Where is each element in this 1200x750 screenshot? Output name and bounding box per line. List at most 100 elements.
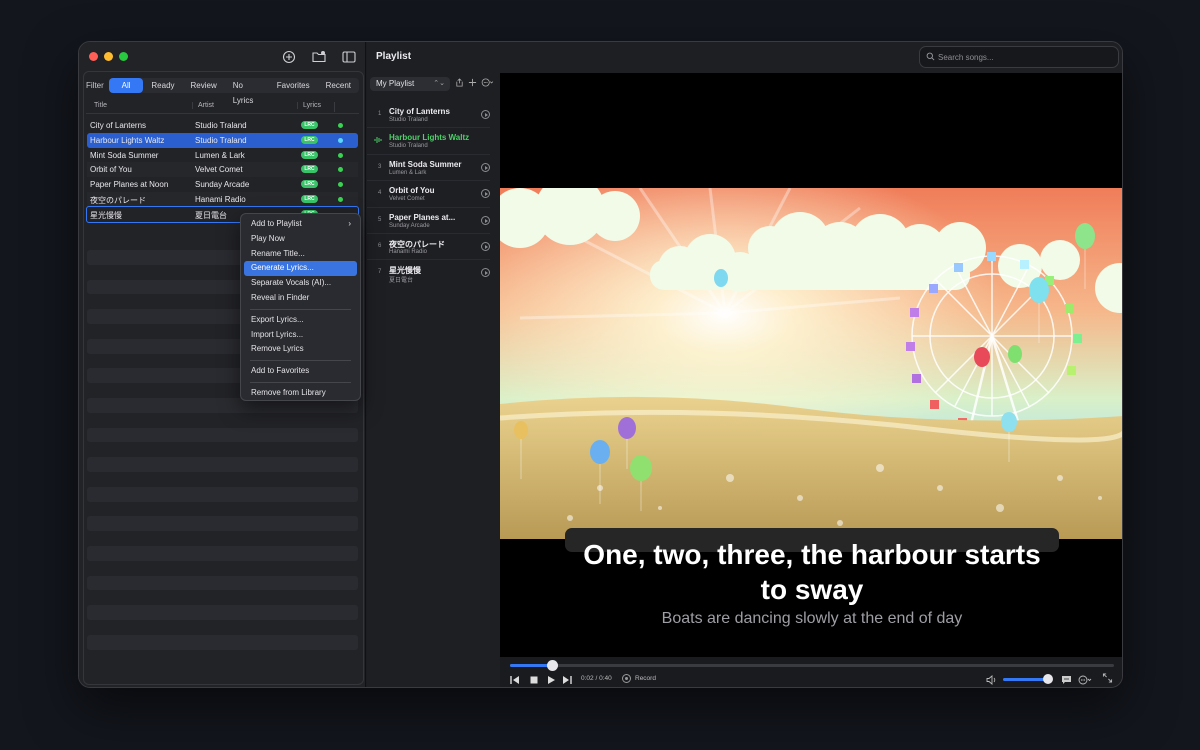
empty-row <box>87 427 358 443</box>
search-input[interactable] <box>938 50 1113 65</box>
playlist-list: 1 City of Lanterns Studio Traland Harbou… <box>367 102 490 287</box>
playlist-item[interactable]: 6 夜空のパレード Hanami Radio <box>367 234 490 261</box>
playlist-title: Playlist <box>376 51 412 62</box>
song-artist: Hanami Radio <box>195 194 246 204</box>
record-label: Record <box>635 675 656 682</box>
skip-back-icon[interactable] <box>510 675 520 685</box>
song-artist: Sunday Arcade <box>195 180 250 190</box>
empty-row <box>87 457 358 472</box>
volume-slider[interactable] <box>1003 674 1053 684</box>
playlist-item[interactable]: 3 Mint Soda Summer Lumen & Lark <box>367 155 490 182</box>
playlist-select[interactable]: My Playlist ⌃⌄ <box>370 77 450 91</box>
library-pane: Filter All Ready Review No Lyrics Favori… <box>79 42 366 687</box>
table-row[interactable]: City of Lanterns Studio Traland LRC <box>87 118 358 133</box>
song-title: Paper Planes at Noon <box>90 180 169 190</box>
playlist-item[interactable]: 7 星光慢慢 夏日電台 <box>367 260 490 286</box>
track-number: 3 <box>378 163 382 170</box>
menu-import-lyrics[interactable]: Import Lyrics... <box>244 328 357 343</box>
filter-all[interactable]: All <box>108 77 144 93</box>
minimize-window-button[interactable] <box>104 52 113 61</box>
next-lyric: Boats are dancing slowly at the end of d… <box>661 610 963 627</box>
record-button[interactable]: Record <box>622 674 656 683</box>
menu-play-now[interactable]: Play Now <box>244 232 357 247</box>
progress-knob[interactable] <box>547 660 559 671</box>
menu-separator <box>250 381 351 383</box>
track-title: Mint Soda Summer <box>389 159 462 169</box>
playlist-item[interactable]: 1 City of Lanterns Studio Traland <box>367 102 490 129</box>
menu-add-to-playlist[interactable]: Add to Playlist › <box>244 217 357 232</box>
table-row[interactable]: Mint Soda Summer Lumen & Lark LRC <box>87 148 358 163</box>
app-window: Filter All Ready Review No Lyrics Favori… <box>78 41 1123 688</box>
lrc-badge: LRC <box>301 121 318 129</box>
add-circle-icon[interactable] <box>281 49 297 65</box>
menu-separate-vocals[interactable]: Separate Vocals (AI)... <box>244 276 357 291</box>
play-circle-icon[interactable] <box>481 215 490 225</box>
filter-review[interactable]: Review <box>183 78 225 93</box>
karaoke-video: One, two, three, the harbour starts to s… <box>500 73 1122 657</box>
play-icon[interactable] <box>546 675 556 685</box>
playlist-item-playing[interactable]: Harbour Lights Waltz Studio Traland <box>367 128 490 155</box>
progress-bar[interactable] <box>510 660 1114 671</box>
play-circle-icon[interactable] <box>481 162 490 172</box>
status-dot <box>338 152 343 158</box>
track-number: 7 <box>378 269 382 276</box>
filter-no-lyrics[interactable]: No Lyrics <box>225 78 269 105</box>
video-toolbar <box>500 42 1122 73</box>
column-lyrics[interactable]: Lyrics <box>297 102 321 109</box>
song-artist: Studio Traland <box>195 121 247 130</box>
track-artist: Sunday Arcade <box>389 222 430 229</box>
column-status[interactable] <box>334 102 340 112</box>
menu-remove-from-library[interactable]: Remove from Library <box>244 386 357 401</box>
volume-knob[interactable] <box>1042 674 1053 684</box>
progress-fill <box>510 664 553 667</box>
table-row[interactable]: Harbour Lights Waltz Studio Traland LRC <box>87 132 358 148</box>
window-controls <box>89 52 128 61</box>
table-row[interactable]: 夜空のパレード Hanami Radio LRC <box>87 191 358 207</box>
playlist-item[interactable]: 4 Orbit of You Velvet Comet <box>367 181 490 208</box>
play-circle-icon[interactable] <box>481 241 490 251</box>
song-artist: Lumen & Lark <box>195 150 245 160</box>
table-row[interactable]: Paper Planes at Noon Sunday Arcade LRC <box>87 177 358 192</box>
play-circle-icon[interactable] <box>481 189 490 199</box>
speaker-icon[interactable] <box>986 675 997 685</box>
lrc-badge: LRC <box>301 194 318 203</box>
play-circle-icon[interactable] <box>481 268 490 278</box>
lyrics-bubble-icon[interactable] <box>1061 675 1072 685</box>
chevron-right-icon: › <box>348 219 351 228</box>
filter-favorites[interactable]: Favorites <box>269 78 318 93</box>
filter-recent[interactable]: Recent <box>318 78 359 93</box>
menu-add-to-favorites[interactable]: Add to Favorites <box>244 364 357 379</box>
library-toolbar <box>281 49 357 65</box>
share-icon[interactable] <box>455 78 464 87</box>
record-icon <box>622 674 631 683</box>
menu-rename-title[interactable]: Rename Title... <box>244 247 357 262</box>
empty-row <box>87 634 358 650</box>
menu-generate-lyrics[interactable]: Generate Lyrics... <box>244 261 357 277</box>
track-artist: 夏日電台 <box>389 278 414 285</box>
track-artist: Lumen & Lark <box>389 169 427 176</box>
add-folder-icon[interactable] <box>311 49 327 65</box>
plus-icon[interactable] <box>468 78 477 87</box>
track-title: Orbit of You <box>389 186 435 196</box>
skip-forward-icon[interactable] <box>562 675 572 685</box>
play-circle-icon[interactable] <box>481 110 490 119</box>
track-title: Paper Planes at... <box>389 212 456 222</box>
now-playing-waveform-icon <box>374 137 382 144</box>
column-title[interactable]: Title <box>94 102 107 109</box>
close-window-button[interactable] <box>89 52 98 61</box>
more-options-icon[interactable] <box>1078 675 1093 685</box>
playlist-item[interactable]: 5 Paper Planes at... Sunday Arcade <box>367 208 490 234</box>
menu-export-lyrics[interactable]: Export Lyrics... <box>244 313 357 328</box>
sidebar-toggle-icon[interactable] <box>341 49 357 65</box>
status-dot <box>338 137 343 143</box>
menu-reveal-in-finder[interactable]: Reveal in Finder <box>244 291 357 306</box>
column-artist[interactable]: Artist <box>192 102 214 109</box>
menu-remove-lyrics[interactable]: Remove Lyrics <box>244 342 357 357</box>
table-row[interactable]: Orbit of You Velvet Comet LRC <box>87 162 358 178</box>
stop-icon[interactable] <box>529 675 539 685</box>
filter-ready[interactable]: Ready <box>143 78 182 93</box>
video-scene-image <box>500 188 1122 539</box>
more-options-icon[interactable] <box>481 78 494 87</box>
zoom-window-button[interactable] <box>119 52 128 61</box>
fullscreen-icon[interactable] <box>1102 673 1113 683</box>
